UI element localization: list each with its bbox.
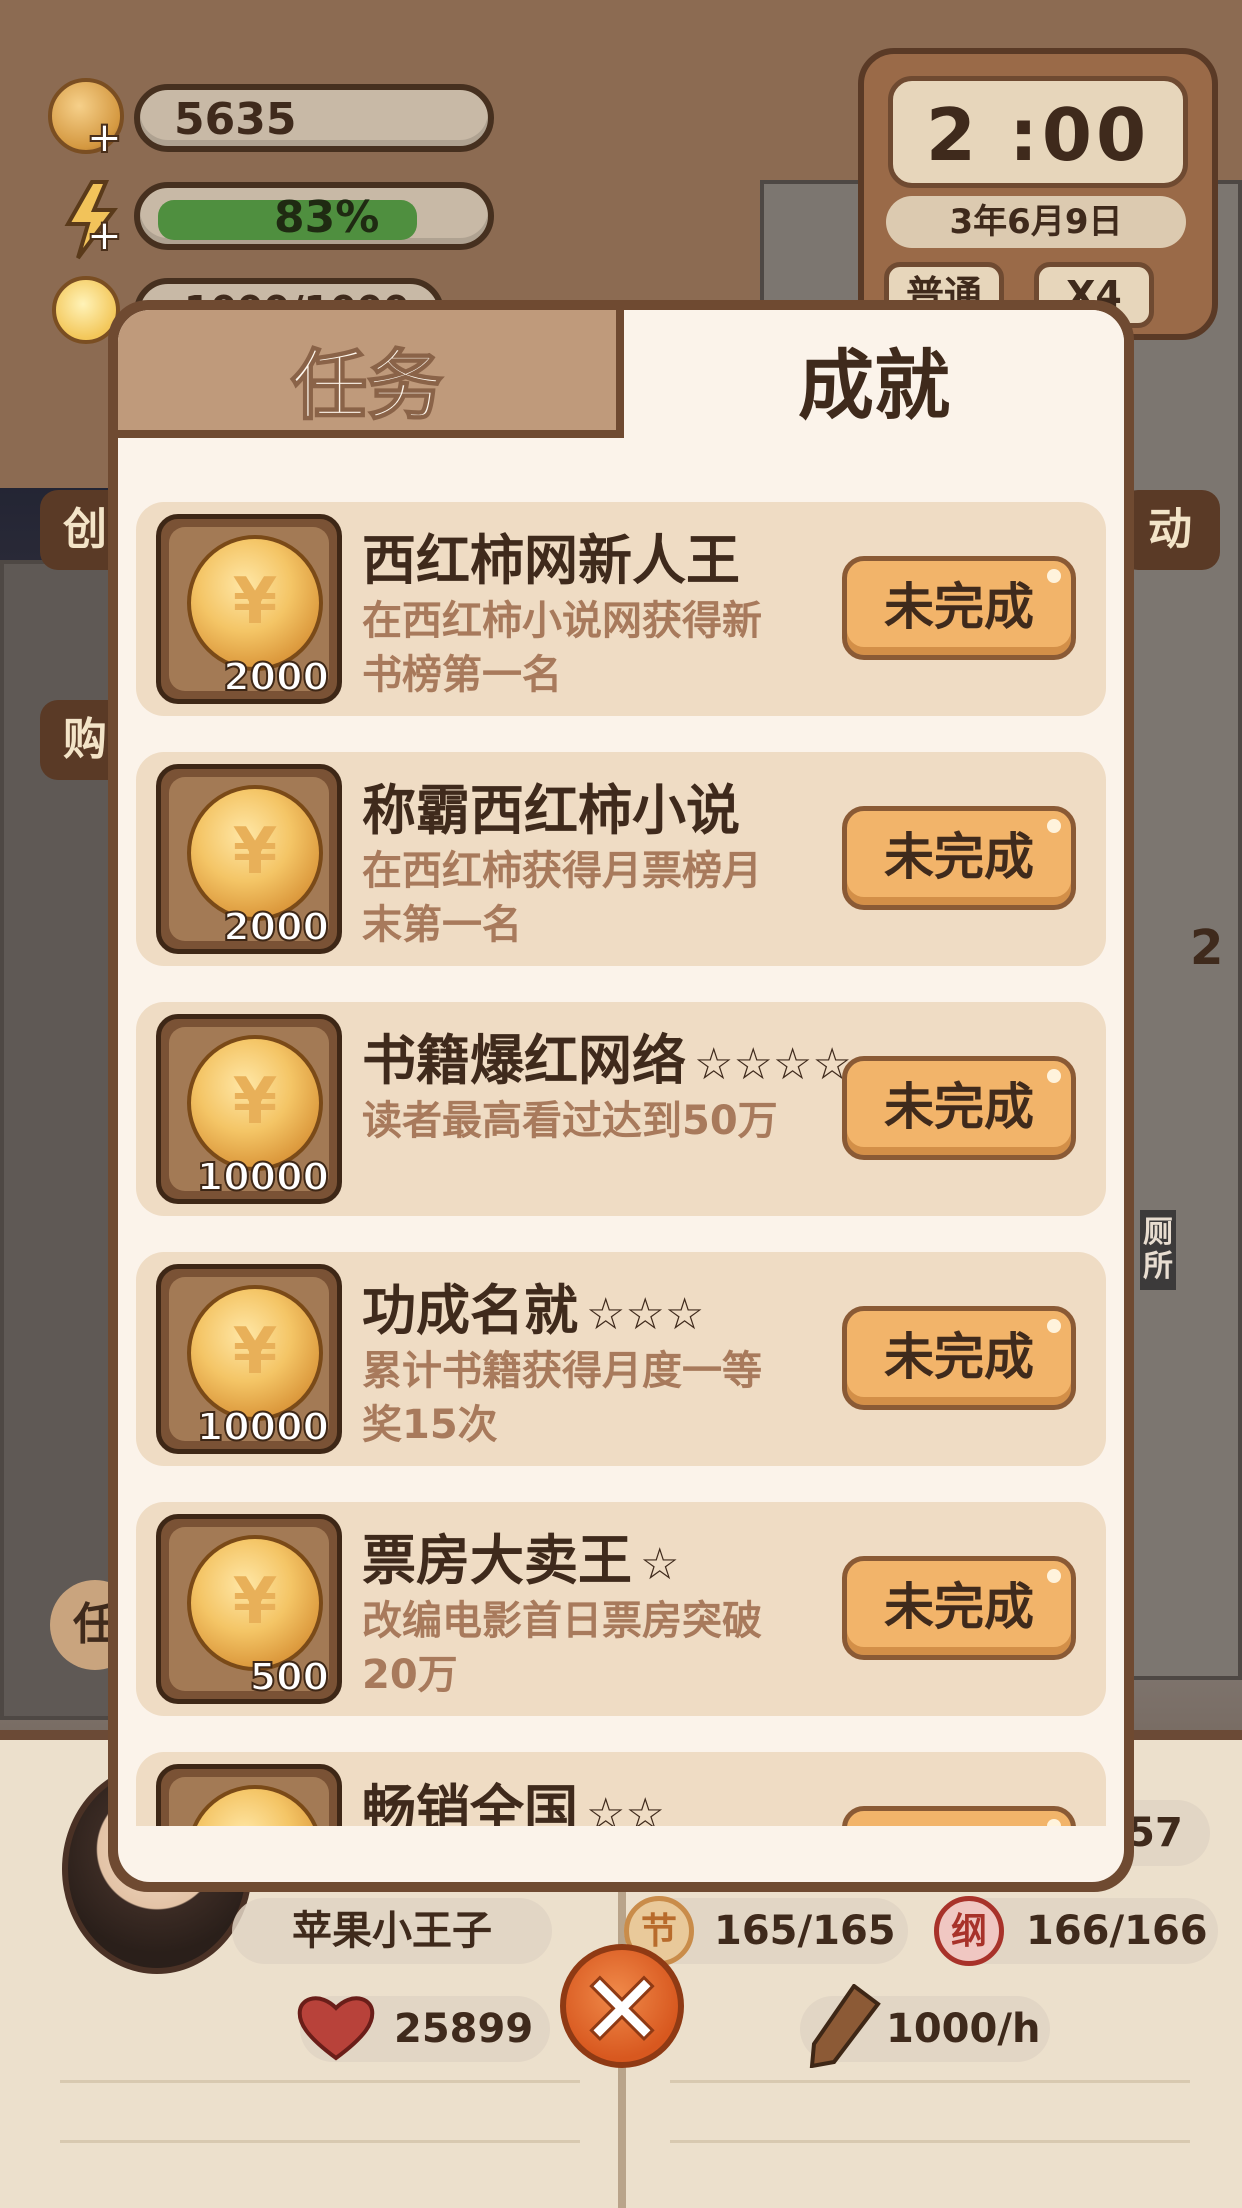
energy-bar: 83% (134, 182, 494, 250)
player-name: 苹果小王子 (232, 1898, 552, 1964)
gang-badge: 纲 (934, 1896, 1004, 1966)
reward-icon-box: ¥ 10000 (156, 1014, 342, 1204)
achievement-card: ¥ 2000 西红柿网新人王 在西红柿小说网获得新书榜第一名 未完成 (136, 502, 1106, 716)
achievement-card: ¥ 2000 称霸西红柿小说 在西红柿获得月票榜月末第一名 未完成 (136, 752, 1106, 966)
achievement-title-text: 功成名就 (362, 1279, 578, 1342)
book-line (670, 2080, 1190, 2083)
status-button[interactable]: 未完成 (842, 806, 1076, 910)
reward-icon-box: ¥ 10000 (156, 1264, 342, 1454)
panel-body: 任务 成就 ¥ 2000 西红柿网新人王 在西红柿小说网获得新书榜第一名 未完成… (118, 310, 1124, 1882)
tab-achievement[interactable]: 成就 (624, 310, 1124, 438)
achievement-desc: 改编电影首日票房突破20万 (362, 1598, 762, 1698)
achievement-desc: 累计书籍获得月度一等奖15次 (362, 1348, 762, 1448)
achievement-card: ¥ 10000 书籍爆红网络 ☆☆☆☆ 读者最高看过达到50万 未完成 (136, 1002, 1106, 1216)
side-button-label: 创 (63, 504, 107, 555)
achievement-title: 畅销全国 ☆☆ (362, 1766, 665, 1826)
coins-bar: 5635 (134, 84, 494, 152)
reward-amount: 2000 (222, 904, 330, 950)
achievement-desc: 读者最高看过达到50万 (362, 1098, 778, 1144)
achievement-title-text: 西红柿网新人王 (362, 529, 740, 592)
clock-panel: 2 :00 3年6月9日 普通 X4 (858, 48, 1218, 340)
star-rating: ☆☆☆☆ (694, 1039, 852, 1090)
tab-task[interactable]: 任务 (118, 310, 624, 438)
rate-value: 1000/h (886, 2006, 1041, 2052)
signboard: 厕所 (1140, 1210, 1176, 1290)
tab-task-label: 任务 (290, 340, 444, 431)
gang-value: 166/166 (1026, 1908, 1208, 1954)
achievement-title: 功成名就 ☆☆☆ (362, 1266, 704, 1345)
book-line (670, 2140, 1190, 2143)
tab-achievement-label: 成就 (798, 341, 950, 430)
clock-time: 2 :00 (925, 93, 1151, 177)
game-date: 3年6月9日 (886, 196, 1186, 248)
achievement-list[interactable]: ¥ 2000 西红柿网新人王 在西红柿小说网获得新书榜第一名 未完成 ¥ 200… (118, 438, 1124, 1826)
status-button[interactable] (842, 1806, 1076, 1826)
achievement-title: 票房大卖王 ☆ (362, 1516, 679, 1595)
book-line (60, 2140, 580, 2143)
package-count: 2 (1190, 920, 1224, 976)
close-icon: × (577, 1943, 667, 2068)
coins-value: 5635 (174, 94, 297, 145)
clock-face: 2 :00 (888, 76, 1188, 188)
star-rating: ☆☆☆ (586, 1289, 705, 1340)
achievement-title: 书籍爆红网络 ☆☆☆☆ (362, 1016, 852, 1095)
status-button[interactable]: 未完成 (842, 556, 1076, 660)
side-button-activity[interactable]: 动 (1120, 490, 1220, 570)
coin-icon: ¥ (187, 535, 323, 671)
heart-icon (296, 1992, 376, 2062)
achievement-desc: 在西红柿小说网获得新书榜第一名 (362, 598, 762, 698)
reward-amount: 10000 (196, 1404, 330, 1450)
pencil-icon (806, 1983, 882, 2069)
plus-icon: + (85, 111, 124, 164)
star-rating: ☆ (640, 1539, 680, 1590)
achievement-title-text: 称霸西红柿小说 (362, 779, 740, 842)
close-button[interactable]: × (560, 1943, 684, 2068)
achievement-card: ¥ 10000 功成名就 ☆☆☆ 累计书籍获得月度一等奖15次 未完成 (136, 1252, 1106, 1466)
star-rating: ☆☆ (586, 1789, 665, 1826)
achievement-desc: 在西红柿获得月票榜月末第一名 (362, 848, 762, 948)
coin-icon: ¥ (187, 785, 323, 921)
reward-amount: 500 (249, 1654, 330, 1700)
achievement-title-text: 票房大卖王 (362, 1529, 632, 1592)
side-button-label: 动 (1148, 504, 1192, 555)
achievement-title: 称霸西红柿小说 (362, 766, 748, 845)
coin-icon: ¥ (187, 1535, 323, 1671)
achievement-title: 西红柿网新人王 (362, 516, 748, 595)
achievement-panel: 任务 成就 ¥ 2000 西红柿网新人王 在西红柿小说网获得新书榜第一名 未完成… (108, 300, 1134, 1892)
status-button[interactable]: 未完成 (842, 1056, 1076, 1160)
jie-value: 165/165 (714, 1908, 896, 1954)
coin-icon: ¥ (187, 1035, 323, 1171)
side-button-label: 购 (63, 714, 107, 765)
achievement-title-text: 畅销全国 (362, 1779, 578, 1826)
status-button[interactable]: 未完成 (842, 1306, 1076, 1410)
achievement-card: ¥ 畅销全国☆☆ (136, 1752, 1106, 1826)
reward-icon-box: ¥ (156, 1764, 342, 1826)
reward-icon-box: ¥ 2000 (156, 514, 342, 704)
status-button[interactable]: 未完成 (842, 1556, 1076, 1660)
reward-icon-box: ¥ 500 (156, 1514, 342, 1704)
reward-icon-box: ¥ 2000 (156, 764, 342, 954)
reward-amount: 10000 (196, 1154, 330, 1200)
reward-amount: 2000 (222, 654, 330, 700)
plus-icon: + (85, 209, 124, 262)
achievement-card: ¥ 500 票房大卖王 ☆ 改编电影首日票房突破20万 未完成 (136, 1502, 1106, 1716)
book-line (60, 2080, 580, 2083)
energy-value: 83% (274, 192, 380, 243)
achievement-title-text: 书籍爆红网络 (362, 1029, 686, 1092)
coin-icon: ¥ (187, 1285, 323, 1421)
hearts-value: 25899 (394, 2006, 534, 2052)
